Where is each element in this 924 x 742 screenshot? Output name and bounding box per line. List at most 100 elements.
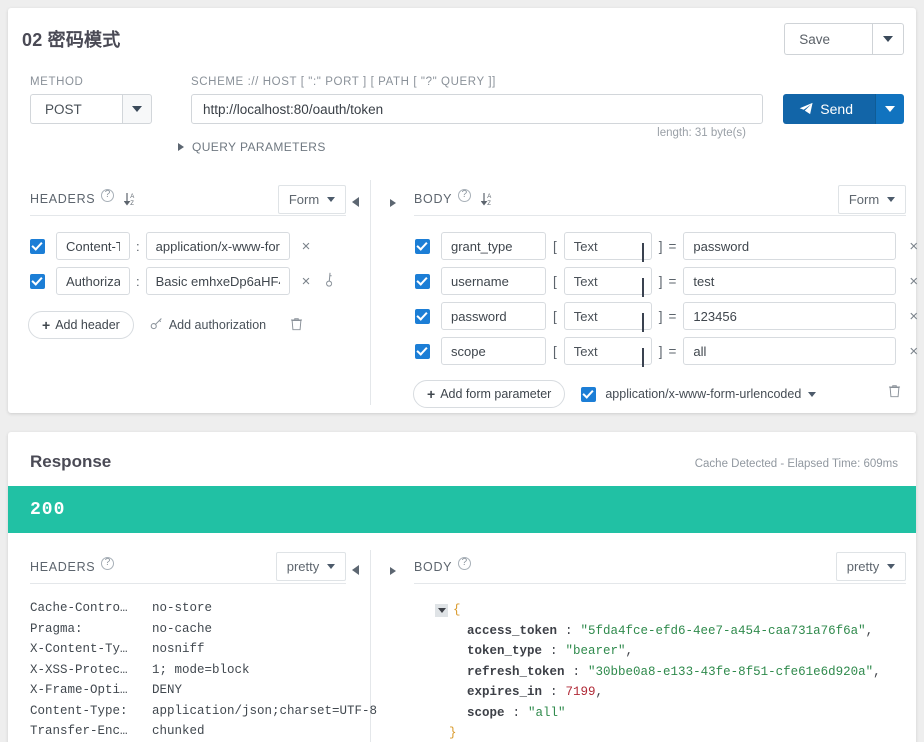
trash-icon — [291, 317, 303, 330]
form-param-type-select[interactable]: Text — [563, 302, 652, 330]
response-header-key: Transfer-Enc… — [30, 724, 128, 739]
triangle-left-icon — [352, 565, 359, 575]
request-body-mode-label: Form — [848, 192, 880, 207]
json-comma: , — [865, 623, 874, 638]
form-param-type-select[interactable]: Text — [563, 232, 652, 260]
json-field: access_token : "5fda4fce-efd6-4ee7-a454-… — [435, 621, 881, 642]
equals-sign: = — [668, 238, 677, 254]
response-header-value: nosniff — [152, 642, 205, 657]
response-header-key: X-XSS-Protec… — [30, 662, 128, 677]
remove-header-button[interactable]: × — [302, 274, 311, 289]
help-icon[interactable]: ? — [458, 188, 472, 202]
json-fold-toggle[interactable] — [435, 603, 448, 617]
help-icon[interactable]: ? — [101, 556, 115, 570]
remove-header-button[interactable]: × — [302, 239, 311, 254]
help-icon[interactable]: ? — [101, 188, 115, 202]
chevron-down-icon[interactable] — [808, 391, 817, 397]
request-headers-mode-label: Form — [288, 192, 320, 207]
header-actions: + Add header Add authorization — [28, 311, 303, 339]
form-param-checkbox[interactable] — [415, 273, 430, 289]
pane-separator — [370, 180, 371, 405]
content-type-checkbox[interactable] — [581, 386, 597, 402]
form-param-checkbox[interactable] — [415, 238, 430, 254]
response-header-row: X-XSS-Protec… 1; mode=block — [30, 660, 377, 681]
method-dropdown-toggle[interactable] — [122, 94, 152, 124]
method-value[interactable]: POST — [30, 94, 122, 124]
form-param-name-input[interactable] — [441, 267, 546, 295]
header-value-input[interactable] — [145, 232, 290, 260]
remove-form-param-button[interactable]: × — [909, 274, 918, 289]
response-headers-divider — [30, 583, 346, 584]
form-param-row: [ Text ] = × — [415, 302, 918, 332]
response-body-mode-select[interactable]: pretty — [836, 552, 906, 581]
form-param-name-input[interactable] — [441, 302, 546, 330]
sort-az-icon[interactable]: A Z — [481, 192, 494, 206]
send-button[interactable]: Send — [783, 94, 875, 124]
json-colon: : — [512, 705, 521, 720]
save-dropdown-toggle[interactable] — [872, 23, 904, 55]
url-input[interactable] — [191, 94, 763, 124]
delete-all-form-params-button[interactable] — [888, 384, 901, 403]
form-param-type-select[interactable]: Text — [563, 337, 652, 365]
form-param-name-input[interactable] — [441, 337, 546, 365]
send-button-group: Send — [783, 94, 904, 124]
form-param-checkbox[interactable] — [415, 308, 430, 324]
add-form-parameter-button[interactable]: + Add form parameter — [413, 380, 566, 408]
response-header-key: Cache-Contro… — [30, 601, 128, 616]
status-code: 200 — [30, 499, 66, 520]
query-parameters-toggle[interactable]: QUERY PARAMETERS — [178, 140, 326, 154]
form-param-value-input[interactable] — [683, 337, 897, 365]
remove-form-param-button[interactable]: × — [909, 309, 918, 324]
chevron-down-icon — [327, 564, 336, 569]
pane-collapse-left-button[interactable] — [352, 194, 359, 212]
remove-form-param-button[interactable]: × — [909, 239, 918, 254]
header-row-checkbox[interactable] — [30, 273, 45, 289]
response-headers-mode-select[interactable]: pretty — [276, 552, 346, 581]
delete-all-headers-button[interactable] — [290, 317, 303, 334]
response-headers-header: HEADERS ? — [30, 556, 115, 574]
add-authorization-button[interactable]: Add authorization — [150, 317, 266, 333]
header-name-input[interactable] — [56, 267, 130, 295]
response-meta: Cache Detected - Elapsed Time: 609ms — [694, 458, 898, 470]
json-colon: : — [565, 623, 573, 638]
header-value-input[interactable] — [145, 267, 290, 295]
json-key: scope — [467, 705, 505, 720]
json-close-line: } — [435, 723, 881, 742]
response-header-value: no-cache — [152, 621, 213, 636]
bracket-open: [ — [553, 273, 557, 289]
form-param-value-input[interactable] — [683, 267, 897, 295]
svg-text:Z: Z — [131, 201, 135, 206]
form-param-checkbox[interactable] — [415, 343, 430, 359]
form-param-value-input[interactable] — [683, 302, 897, 330]
json-value: 7199 — [565, 685, 596, 700]
request-headers-mode-select[interactable]: Form — [278, 185, 346, 214]
equals-sign: = — [668, 273, 677, 289]
send-dropdown-toggle[interactable] — [875, 94, 904, 124]
sort-az-icon[interactable]: A Z — [124, 192, 137, 206]
form-param-type-select[interactable]: Text — [563, 267, 652, 295]
response-pane-collapse-right-button[interactable] — [390, 562, 396, 580]
header-row-checkbox[interactable] — [30, 238, 45, 254]
remove-form-param-button[interactable]: × — [909, 344, 918, 359]
header-row: : × — [30, 232, 310, 260]
json-open-line: { — [435, 600, 881, 621]
response-title: Response — [30, 452, 112, 471]
pane-collapse-right-button[interactable] — [390, 194, 396, 212]
request-body-mode-select[interactable]: Form — [838, 185, 906, 214]
query-parameters-label: QUERY PARAMETERS — [192, 140, 326, 154]
response-header-row: Content-Type: application/json;charset=U… — [30, 701, 377, 722]
key-icon[interactable] — [321, 271, 341, 292]
response-pane-collapse-left-button[interactable] — [352, 562, 359, 580]
colon-separator: : — [136, 238, 140, 254]
chevron-down-icon — [132, 106, 142, 112]
help-icon[interactable]: ? — [458, 556, 472, 570]
url-length-hint: length: 31 byte(s) — [657, 127, 746, 139]
equals-sign: = — [668, 308, 677, 324]
form-param-name-input[interactable] — [441, 232, 546, 260]
header-name-input[interactable] — [56, 232, 130, 260]
save-button[interactable]: Save — [784, 23, 872, 55]
json-value: "bearer" — [565, 644, 626, 659]
form-param-value-input[interactable] — [683, 232, 897, 260]
add-header-button[interactable]: + Add header — [28, 311, 134, 339]
add-header-label: Add header — [55, 318, 120, 332]
